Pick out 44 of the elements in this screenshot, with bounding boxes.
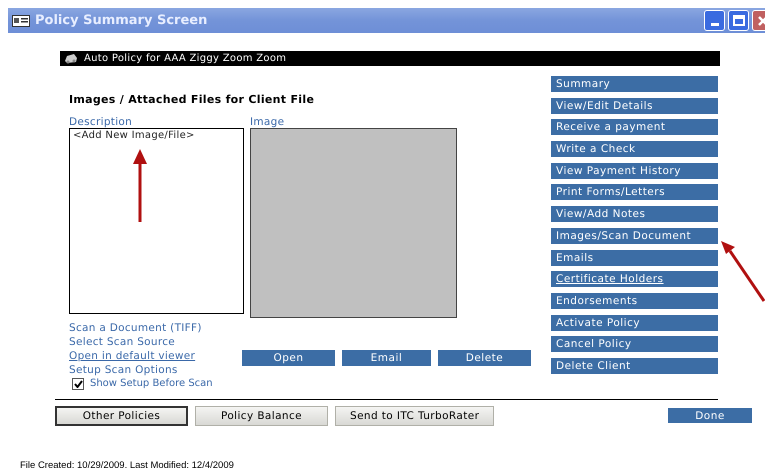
image-label: Image — [250, 116, 286, 128]
nav-button[interactable]: Certificate Holders — [551, 271, 718, 288]
nav-button[interactable]: Endorsements — [551, 292, 718, 309]
maximize-button[interactable] — [728, 10, 749, 31]
checkbox[interactable] — [72, 378, 84, 390]
image-action-button[interactable]: Delete — [438, 350, 531, 366]
nav-button[interactable]: Cancel Policy — [551, 336, 718, 352]
nav-button[interactable]: View Payment History — [551, 162, 718, 179]
nav-button[interactable]: Print Forms/Letters — [551, 184, 718, 200]
checkbox-label[interactable]: Show Setup Before Scan — [90, 377, 213, 391]
scan-link[interactable]: Open in default viewer — [69, 349, 244, 363]
nav-button[interactable]: Summary — [551, 76, 718, 92]
car-icon — [64, 53, 78, 64]
scan-link[interactable]: Scan a Document (TIFF) — [69, 321, 244, 335]
check-icon — [74, 380, 82, 388]
nav-button[interactable]: Emails — [551, 250, 718, 266]
scan-link[interactable]: Select Scan Source — [69, 335, 244, 349]
nav-button[interactable]: View/Edit Details — [551, 98, 718, 114]
section-heading: Images / Attached Files for Client File — [69, 93, 316, 106]
nav-button[interactable]: Write a Check — [551, 141, 718, 158]
policy-title: Auto Policy for AAA Ziggy Zoom Zoom — [84, 53, 286, 64]
close-icon — [758, 16, 765, 26]
image-action-button[interactable]: Email — [342, 350, 431, 366]
scan-link[interactable]: Setup Scan Options — [69, 363, 244, 377]
image-action-button[interactable]: Open — [242, 350, 335, 366]
minimize-button[interactable] — [704, 10, 725, 31]
description-label: Description — [69, 116, 134, 128]
file-list-item[interactable]: <Add New Image/File> — [73, 130, 240, 141]
nav-button[interactable]: Activate Policy — [551, 314, 718, 331]
file-list[interactable]: <Add New Image/File> — [69, 128, 244, 314]
window-title: Policy Summary Screen — [35, 13, 208, 28]
window-icon — [12, 14, 30, 26]
nav-button[interactable]: Images/Scan Document — [551, 228, 718, 244]
nav-button[interactable]: Delete Client — [551, 358, 718, 374]
annotation-arrow — [720, 240, 765, 302]
status-text: File Created: 10/29/2009. Last Modified: 12/4/2009 — [20, 460, 235, 468]
footer-button[interactable]: Other Policies — [55, 406, 188, 426]
footer-button[interactable]: Policy Balance — [195, 406, 328, 426]
nav-button[interactable]: Receive a payment — [551, 119, 718, 136]
minimize-icon — [710, 23, 718, 26]
footer-button[interactable]: Send to ITC TurboRater — [335, 406, 494, 426]
done-button[interactable]: Done — [668, 408, 752, 423]
nav-button[interactable]: View/Add Notes — [551, 206, 718, 222]
maximize-icon — [732, 15, 744, 26]
